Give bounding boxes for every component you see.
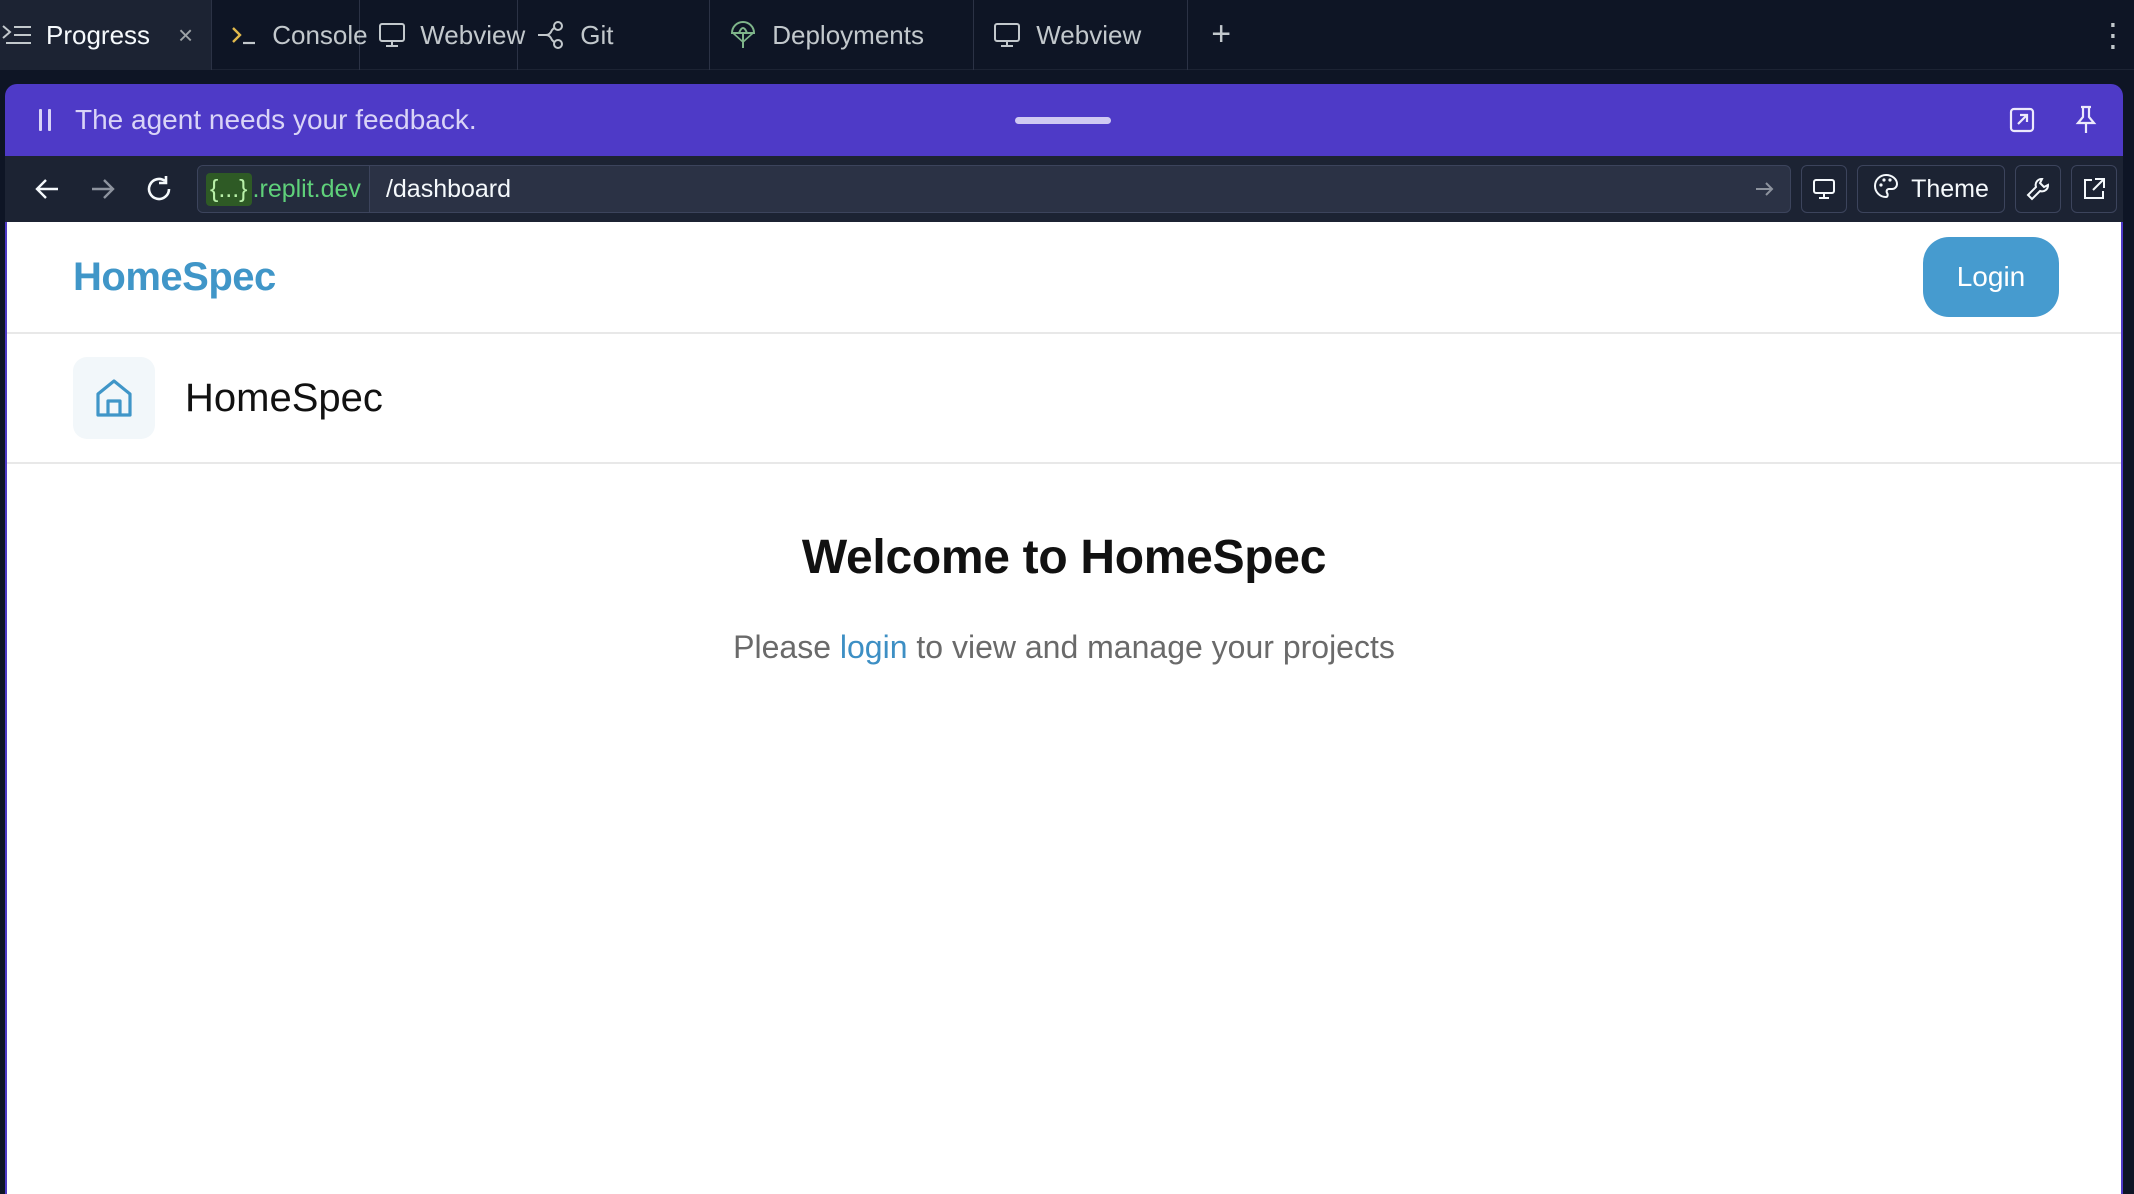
tab-progress[interactable]: Progress ×	[0, 0, 213, 70]
theme-button[interactable]: Theme	[1857, 165, 2005, 213]
tab-console[interactable]: Console	[212, 0, 368, 70]
login-link[interactable]: login	[840, 629, 908, 665]
pause-icon[interactable]	[25, 109, 65, 131]
home-icon	[73, 357, 155, 439]
webview-content: HomeSpec Login HomeSpec Welcome to HomeS…	[7, 222, 2121, 1194]
drag-handle[interactable]	[1015, 117, 1111, 124]
webview-panel: The agent needs your feedback. {...} .re…	[5, 84, 2123, 1194]
device-preview-button[interactable]	[1801, 165, 1847, 213]
login-button[interactable]: Login	[1923, 237, 2059, 317]
tab-git[interactable]: Git	[518, 0, 711, 70]
url-domain: {...} .replit.dev	[198, 166, 370, 212]
close-icon[interactable]: ×	[178, 20, 193, 51]
pin-icon[interactable]	[2069, 103, 2103, 137]
tagline-after: to view and manage your projects	[907, 629, 1395, 665]
app-header: HomeSpec Login	[7, 222, 2121, 334]
tagline-before: Please	[733, 629, 840, 665]
tab-label: Progress	[46, 19, 151, 50]
tab-deployments[interactable]: Deployments	[710, 0, 975, 70]
tab-webview[interactable]: Webview	[360, 0, 525, 70]
sub-header-title: HomeSpec	[185, 375, 383, 420]
palette-icon	[1873, 173, 1899, 206]
welcome-heading: Welcome to HomeSpec	[801, 531, 1327, 584]
tab-label: Webview	[1036, 19, 1142, 50]
more-options-icon[interactable]: ⋮	[2097, 0, 2129, 70]
expand-icon[interactable]	[2005, 103, 2039, 137]
feedback-message: The agent needs your feedback.	[75, 104, 477, 135]
console-icon	[230, 20, 258, 50]
monitor-icon	[378, 20, 406, 50]
progress-icon	[2, 20, 32, 50]
forward-button[interactable]	[75, 164, 131, 214]
reload-button[interactable]	[131, 164, 187, 214]
domain-suffix: .replit.dev	[252, 174, 361, 203]
add-tab-button[interactable]: +	[1188, 0, 1254, 69]
feedback-bar: The agent needs your feedback.	[5, 84, 2123, 156]
open-new-window-button[interactable]	[2071, 165, 2117, 213]
welcome-tagline: Please login to view and manage your pro…	[7, 629, 2121, 666]
tab-label: Git	[580, 19, 614, 50]
back-button[interactable]	[19, 164, 75, 214]
url-path-input[interactable]: /dashboard	[370, 175, 1740, 204]
domain-mask: {...}	[206, 172, 252, 206]
theme-label: Theme	[1911, 174, 1989, 203]
go-arrow-icon[interactable]	[1740, 180, 1790, 198]
tab-label: Webview	[420, 19, 526, 50]
workspace-tab-bar: Progress × Console Webview Git Deploymen…	[0, 0, 2134, 70]
browser-toolbar: {...} .replit.dev /dashboard Theme	[5, 156, 2123, 222]
feedback-actions	[2005, 84, 2103, 156]
url-bar[interactable]: {...} .replit.dev /dashboard	[197, 165, 1791, 213]
tab-label: Deployments	[772, 19, 924, 50]
git-icon	[536, 20, 566, 50]
devtools-button[interactable]	[2015, 165, 2061, 213]
tab-label: Console	[272, 19, 368, 50]
tab-webview-2[interactable]: Webview	[974, 0, 1189, 70]
deployments-icon	[728, 20, 758, 50]
sub-header: HomeSpec	[7, 334, 2121, 464]
brand-logo-text[interactable]: HomeSpec	[73, 255, 276, 300]
monitor-icon	[992, 20, 1022, 50]
